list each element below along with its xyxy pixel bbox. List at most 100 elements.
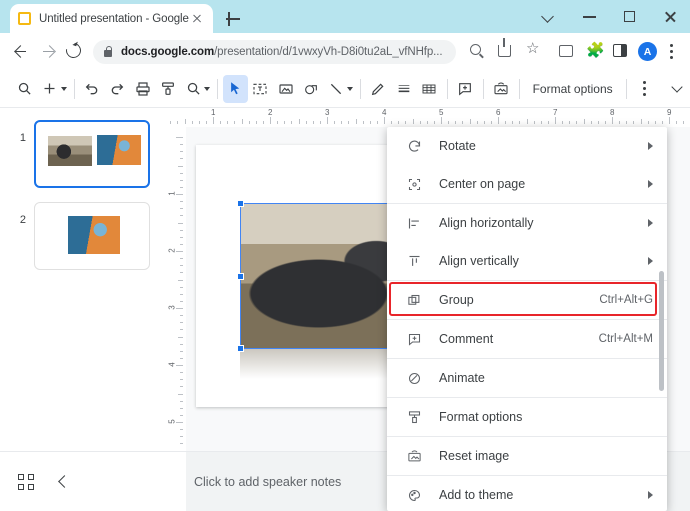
url-path: /presentation/d/1vwxyVh-D8i0tu2aL_vfNHfp… bbox=[214, 46, 443, 58]
menu-item-label: Align vertically bbox=[439, 254, 519, 268]
ruler-tick bbox=[462, 121, 464, 124]
close-icon[interactable] bbox=[189, 11, 205, 27]
add-comment-icon[interactable] bbox=[452, 75, 477, 103]
ruler-tick bbox=[170, 121, 172, 124]
ruler-tick bbox=[348, 121, 350, 124]
pen-icon[interactable] bbox=[366, 75, 391, 103]
close-icon[interactable] bbox=[650, 0, 690, 33]
ruler-tick bbox=[180, 243, 183, 245]
format-options-button[interactable]: Format options bbox=[525, 82, 621, 96]
redo-icon[interactable] bbox=[105, 75, 130, 103]
insert-image-icon[interactable] bbox=[273, 75, 298, 103]
table-icon[interactable] bbox=[416, 75, 441, 103]
reload-icon[interactable] bbox=[63, 40, 86, 63]
ruler-tick bbox=[633, 121, 635, 124]
bookmark-star-icon[interactable]: ☆ bbox=[526, 41, 540, 56]
resize-handle-tl[interactable] bbox=[237, 200, 244, 207]
menu-item-center-on-page[interactable]: Center on page bbox=[387, 165, 667, 203]
add-to-theme-icon bbox=[405, 486, 423, 504]
menu-item-reset-image[interactable]: Reset image bbox=[387, 437, 667, 475]
collapse-left-icon[interactable] bbox=[58, 475, 71, 488]
ruler-tick bbox=[241, 119, 243, 124]
line-dropdown[interactable] bbox=[346, 86, 355, 91]
search-icon[interactable] bbox=[12, 75, 37, 103]
grid-view-icon[interactable] bbox=[18, 474, 34, 490]
menu-item-add-to-theme[interactable]: Add to theme bbox=[387, 476, 667, 511]
address-bar[interactable]: docs.google.com/presentation/d/1vwxyVh-D… bbox=[93, 40, 456, 64]
ruler-tick bbox=[234, 121, 236, 124]
ruler-tick bbox=[562, 121, 564, 124]
text-box-icon[interactable] bbox=[248, 75, 273, 103]
minimize-icon[interactable] bbox=[570, 0, 610, 33]
menu-scrollbar[interactable] bbox=[659, 271, 664, 391]
maximize-icon[interactable] bbox=[610, 0, 650, 33]
chevron-down-icon[interactable] bbox=[665, 75, 690, 103]
ruler-tick bbox=[180, 229, 183, 231]
slide-thumbnail-2[interactable] bbox=[34, 202, 150, 270]
zoom-dropdown[interactable] bbox=[203, 86, 212, 91]
ruler-tick bbox=[180, 443, 183, 445]
ruler-tick bbox=[661, 121, 663, 124]
menu-item-align-horizontally[interactable]: Align horizontally bbox=[387, 204, 667, 242]
zoom-icon[interactable] bbox=[180, 75, 205, 103]
chevron-down-icon[interactable] bbox=[530, 0, 570, 33]
ruler-tick-label: 3 bbox=[325, 108, 330, 117]
select-cursor-icon[interactable] bbox=[222, 74, 248, 103]
menu-item-label: Center on page bbox=[439, 177, 526, 191]
ruler-tick bbox=[590, 121, 592, 124]
ruler-tick bbox=[180, 429, 183, 431]
zoom-plus-dropdown[interactable] bbox=[60, 86, 69, 91]
side-panel-icon[interactable] bbox=[613, 44, 627, 57]
ruler-tick-label: 9 bbox=[667, 108, 672, 117]
ruler-tick bbox=[583, 119, 585, 124]
line-weight-icon[interactable] bbox=[391, 75, 416, 103]
browser-navbar: docs.google.com/presentation/d/1vwxyVh-D… bbox=[0, 33, 690, 70]
shape-icon[interactable] bbox=[298, 75, 323, 103]
list-item[interactable]: 1 bbox=[0, 120, 168, 188]
vertical-ruler: 12345 bbox=[168, 127, 186, 451]
url-text: docs.google.com/presentation/d/1vwxyVh-D… bbox=[121, 46, 443, 58]
search-icon[interactable] bbox=[470, 44, 481, 55]
undo-icon[interactable] bbox=[79, 75, 104, 103]
menu-item-rotate[interactable]: Rotate bbox=[387, 127, 667, 165]
chrome-kebab-menu-icon[interactable] bbox=[670, 44, 673, 59]
resize-handle-ml[interactable] bbox=[237, 273, 244, 280]
ruler-tick bbox=[604, 121, 606, 124]
zoom-plus-icon[interactable] bbox=[37, 75, 62, 103]
ruler-tick bbox=[626, 121, 628, 124]
ruler-tick bbox=[248, 121, 250, 124]
back-arrow-icon[interactable] bbox=[8, 40, 31, 63]
ruler-tick bbox=[669, 117, 670, 124]
screencast-icon[interactable] bbox=[559, 45, 573, 57]
more-vertical-icon[interactable] bbox=[631, 75, 656, 103]
slide-thumbnail-1[interactable] bbox=[34, 120, 150, 188]
new-tab-button[interactable] bbox=[222, 8, 244, 30]
menu-item-align-vertically[interactable]: Align vertically bbox=[387, 242, 667, 280]
menu-item-animate[interactable]: Animate bbox=[387, 359, 667, 397]
ruler-tick bbox=[540, 121, 542, 124]
forward-arrow-icon[interactable] bbox=[38, 40, 61, 63]
ruler-tick bbox=[469, 119, 471, 124]
menu-item-comment[interactable]: Comment Ctrl+Alt+M bbox=[387, 320, 667, 358]
avatar[interactable]: A bbox=[638, 42, 657, 61]
paint-format-icon[interactable] bbox=[155, 75, 180, 103]
thumbnail-image-c bbox=[68, 216, 120, 254]
menu-item-group[interactable]: Group Ctrl+Alt+G bbox=[387, 281, 667, 319]
profile-initial: A bbox=[638, 42, 657, 61]
ruler-tick bbox=[176, 308, 183, 309]
ruler-tick bbox=[180, 201, 183, 203]
resize-handle-bl[interactable] bbox=[237, 345, 244, 352]
list-item[interactable]: 2 bbox=[0, 202, 168, 270]
slides-favicon bbox=[18, 12, 31, 25]
context-menu[interactable]: Rotate Center on page Align horizontally Al… bbox=[387, 127, 667, 511]
line-icon[interactable] bbox=[324, 75, 349, 103]
menu-item-format-options[interactable]: Format options bbox=[387, 398, 667, 436]
extensions-puzzle-icon[interactable]: 🧩 bbox=[586, 43, 605, 58]
reset-image-icon[interactable] bbox=[488, 75, 513, 103]
browser-tab[interactable]: Untitled presentation - Google S bbox=[10, 4, 213, 33]
print-icon[interactable] bbox=[130, 75, 155, 103]
ruler-tick bbox=[180, 272, 183, 274]
ruler-tick bbox=[270, 117, 271, 124]
ruler-tick-label: 4 bbox=[382, 108, 387, 117]
share-icon[interactable] bbox=[498, 38, 511, 57]
